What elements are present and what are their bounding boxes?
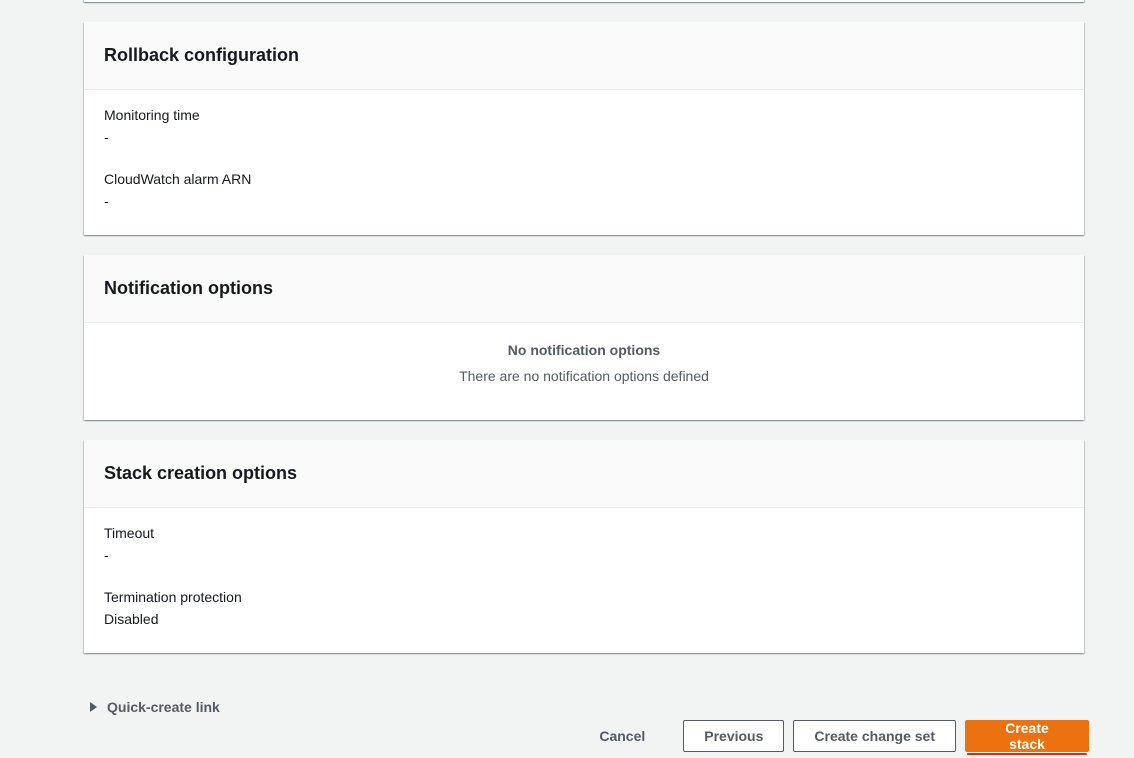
notification-options-card: Notification options No notification opt… [84,255,1084,420]
stack-creation-card-header: Stack creation options [84,440,1084,508]
create-change-set-button[interactable]: Create change set [793,720,956,752]
quick-create-link-expander[interactable]: Quick-create link [90,699,220,715]
rollback-card-body: Monitoring time - CloudWatch alarm ARN - [84,90,1084,212]
cloudwatch-alarm-arn-value: - [104,193,109,209]
monitoring-time-value: - [104,129,109,145]
quick-create-link-label: Quick-create link [107,699,220,715]
rollback-card-header: Rollback configuration [84,22,1084,90]
create-stack-label: Create stack [1005,720,1049,752]
rollback-card-title: Rollback configuration [104,45,300,65]
previous-button[interactable]: Previous [683,720,785,752]
notification-card-title: Notification options [104,278,273,298]
termination-protection-value: Disabled [104,611,159,627]
notification-empty-title: No notification options [507,342,661,358]
cloudwatch-alarm-arn-field: CloudWatch alarm ARN - [104,168,1064,212]
focus-indicator [967,753,1087,755]
create-stack-button[interactable]: Create stack [965,720,1089,755]
notification-card-header: Notification options [84,255,1084,323]
review-page: Rollback configuration Monitoring time -… [0,0,1134,758]
monitoring-time-label: Monitoring time [104,107,200,123]
caret-right-icon [90,702,97,712]
termination-protection-label: Termination protection [104,589,242,605]
notification-empty-state: No notification options There are no not… [84,323,1084,387]
cloudwatch-alarm-arn-label: CloudWatch alarm ARN [104,171,252,187]
cancel-button[interactable]: Cancel [578,720,666,752]
timeout-label: Timeout [104,525,155,541]
previous-section-card [84,0,1084,2]
stack-creation-card-body: Timeout - Termination protection Disable… [84,508,1084,630]
monitoring-time-field: Monitoring time - [104,104,1064,148]
timeout-value: - [104,547,109,563]
notification-empty-description: There are no notification options define… [459,368,709,384]
wizard-actions: Cancel Previous Create change set Create… [578,720,1089,755]
stack-creation-options-card: Stack creation options Timeout - Termina… [84,440,1084,653]
timeout-field: Timeout - [104,522,1064,566]
termination-protection-field: Termination protection Disabled [104,586,1064,630]
rollback-configuration-card: Rollback configuration Monitoring time -… [84,22,1084,235]
stack-creation-card-title: Stack creation options [104,463,298,483]
